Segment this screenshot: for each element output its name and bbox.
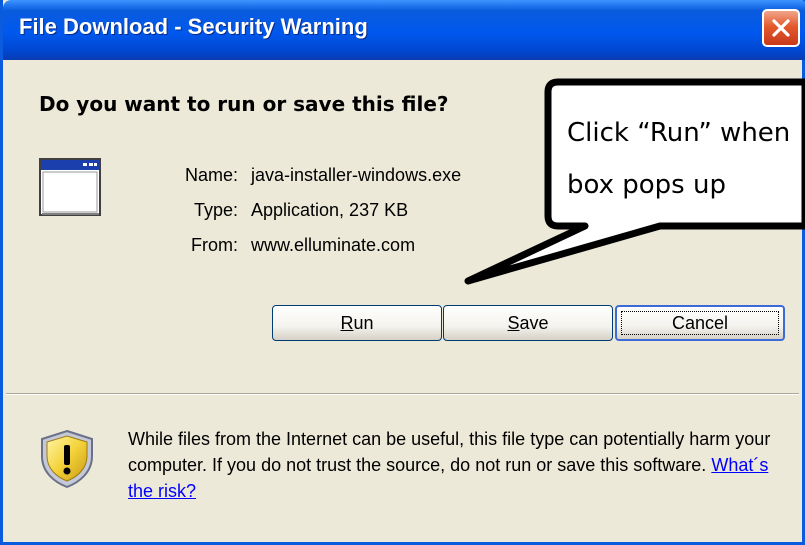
name-label: Name:: [184, 165, 238, 185]
type-value: Application, 237 KB: [251, 200, 409, 220]
window-title: File Download - Security Warning: [19, 14, 368, 39]
close-button[interactable]: [762, 9, 800, 47]
from-label: From:: [191, 235, 238, 255]
separator: [6, 393, 799, 395]
close-icon: [772, 19, 790, 37]
title-bar[interactable]: File Download - Security Warning: [3, 0, 805, 60]
application-window-icon: [39, 158, 101, 216]
type-label: Type:: [193, 200, 238, 220]
run-button[interactable]: Run: [272, 305, 442, 341]
run-accesskey: R: [340, 313, 354, 333]
cancel-button[interactable]: Cancel: [615, 305, 785, 341]
focus-rectangle: [621, 311, 779, 335]
warning-text: While files from the Internet can be use…: [128, 429, 771, 475]
callout-line-2: box pops up: [567, 170, 726, 200]
save-button[interactable]: Save: [443, 305, 613, 341]
save-label: ave: [519, 313, 549, 333]
dialog-window: File Download - Security Warning Do you …: [0, 0, 805, 545]
question-heading: Do you want to run or save this file?: [39, 92, 449, 116]
callout-line-1: Click “Run” when: [567, 118, 791, 148]
warning-message: While files from the Internet can be use…: [128, 426, 788, 504]
from-value: www.elluminate.com: [251, 235, 416, 255]
name-value: java-installer-windows.exe: [251, 165, 462, 185]
run-label: un: [353, 313, 374, 333]
save-accesskey: S: [507, 313, 520, 333]
shield-warning-icon: [37, 428, 97, 490]
